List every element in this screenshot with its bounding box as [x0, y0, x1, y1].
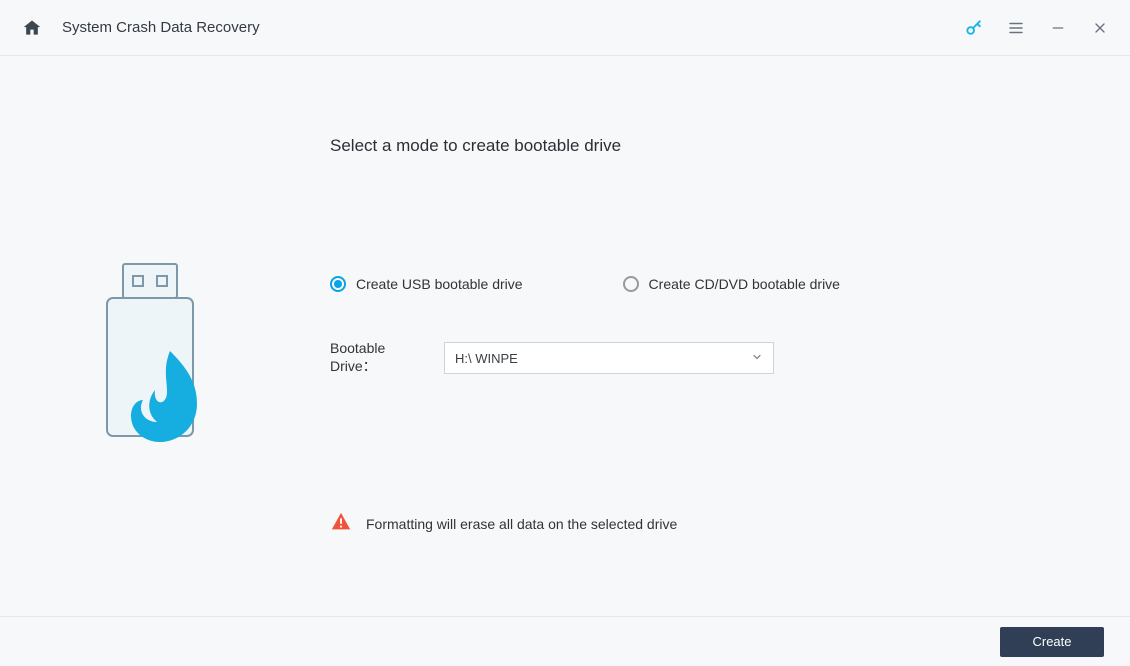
bootable-drive-select[interactable]: H:\ WINPE [444, 342, 774, 374]
radio-usb-bootable[interactable]: Create USB bootable drive [330, 276, 523, 292]
mode-radio-group: Create USB bootable drive Create CD/DVD … [330, 276, 1090, 292]
bootable-drive-label: Bootable Drive： [330, 340, 430, 376]
menu-icon[interactable] [1006, 18, 1026, 38]
drive-selected-value: H:\ WINPE [455, 351, 518, 366]
key-icon[interactable] [964, 18, 984, 38]
warning-text: Formatting will erase all data on the se… [366, 516, 677, 532]
radio-icon-selected [330, 276, 346, 292]
close-button[interactable] [1090, 18, 1110, 38]
warning-row: Formatting will erase all data on the se… [330, 511, 1090, 536]
home-icon[interactable] [20, 16, 44, 40]
titlebar: System Crash Data Recovery [0, 0, 1130, 56]
main-panel: Select a mode to create bootable drive C… [300, 56, 1130, 616]
usb-illustration [0, 56, 300, 616]
warning-icon [330, 511, 352, 536]
radio-cd-label: Create CD/DVD bootable drive [649, 276, 840, 292]
create-button[interactable]: Create [1000, 627, 1104, 657]
titlebar-controls [964, 18, 1110, 38]
page-title: System Crash Data Recovery [62, 19, 260, 36]
radio-cd-bootable[interactable]: Create CD/DVD bootable drive [623, 276, 840, 292]
minimize-button[interactable] [1048, 18, 1068, 38]
radio-icon-unselected [623, 276, 639, 292]
main-heading: Select a mode to create bootable drive [330, 136, 1090, 156]
chevron-down-icon [751, 351, 763, 366]
radio-usb-label: Create USB bootable drive [356, 276, 523, 292]
bootable-drive-row: Bootable Drive： H:\ WINPE [330, 340, 1090, 376]
content-area: Select a mode to create bootable drive C… [0, 56, 1130, 616]
footer-bar: Create [0, 616, 1130, 666]
